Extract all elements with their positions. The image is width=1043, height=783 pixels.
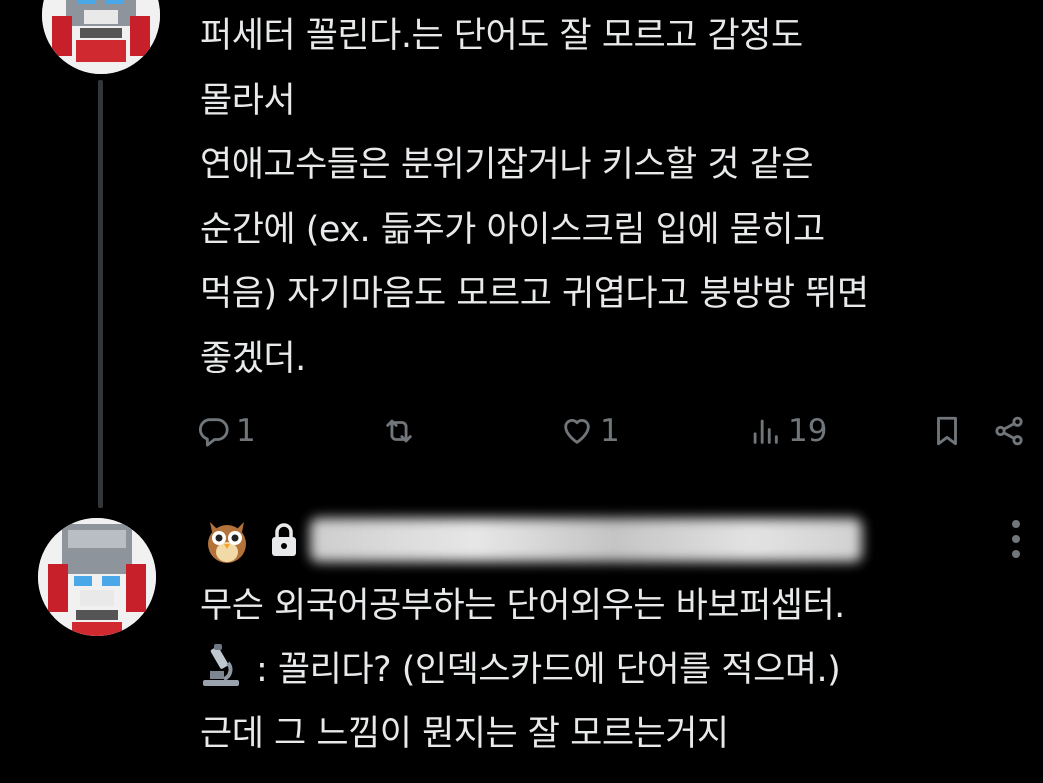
- tweet-1-line: 먹음) 자기마음도 모르고 귀엽다고 붕방방 뛰면: [200, 274, 869, 314]
- lock-icon: [272, 523, 296, 556]
- reply-button[interactable]: 1: [196, 408, 256, 454]
- author-avatar[interactable]: [38, 518, 156, 636]
- tweet-2-line: 무슨 외국어공부하는 단어외우는 바보퍼셉터.: [200, 586, 845, 626]
- views-button[interactable]: 19: [748, 408, 827, 454]
- tweet-1-text: 퍼세터 꼴린다.는 단어도 잘 모르고 감정도 몰라서 연애고수들은 분위기잡거…: [200, 4, 869, 391]
- views-count: 19: [788, 413, 828, 449]
- reply-count: 1: [236, 413, 256, 449]
- tweet-2-line: 근데 그 느낌이 뭔지는 잘 모르는거지: [200, 714, 729, 754]
- share-icon: [995, 416, 1023, 446]
- like-button[interactable]: 1: [560, 408, 620, 454]
- tweet-1-line: 퍼세터 꼴린다.는 단어도 잘 모르고 감정도: [200, 16, 803, 56]
- blurred-username[interactable]: [310, 518, 862, 562]
- bookmark-icon: [937, 416, 957, 446]
- thread-connector-line: [98, 80, 103, 508]
- robot-avatar-image: [42, 0, 160, 74]
- tweet-1-line: 순간에 (ex. 듦주가 아이스크림 입에 묻히고: [200, 209, 825, 250]
- tweet-1-line: 연애고수들은 분위기잡거나 키스할 것 같은: [200, 145, 814, 185]
- reply-icon: [198, 418, 229, 447]
- like-count: 1: [600, 413, 620, 449]
- tweet-2-text: 무슨 외국어공부하는 단어외우는 바보퍼셉터. : 꼴리다? (인덱스카드에 단…: [200, 574, 845, 766]
- robot-avatar-image: [38, 518, 156, 636]
- tweet-2-line: : 꼴리다? (인덱스카드에 단어를 적으며.): [200, 638, 845, 702]
- views-icon: [753, 419, 778, 444]
- owl-icon: [208, 522, 246, 563]
- more-vertical-icon[interactable]: [1006, 518, 1026, 560]
- heart-icon: [564, 419, 590, 444]
- retweet-icon: [386, 419, 412, 443]
- author-avatar[interactable]: [42, 0, 160, 74]
- share-button[interactable]: [992, 408, 1026, 454]
- microscope-icon: [203, 644, 239, 686]
- tweet-1-action-bar: 1 1 19: [196, 408, 1026, 454]
- tweet-2-header: [200, 512, 1000, 568]
- tweet-1-line: 좋겠더.: [200, 338, 306, 379]
- retweet-button[interactable]: [382, 408, 422, 454]
- tweet-2-line-text: : 꼴리다? (인덱스카드에 단어를 적으며.): [256, 650, 841, 690]
- tweet-1-line: 몰라서: [200, 80, 296, 121]
- bookmark-button[interactable]: [930, 408, 964, 454]
